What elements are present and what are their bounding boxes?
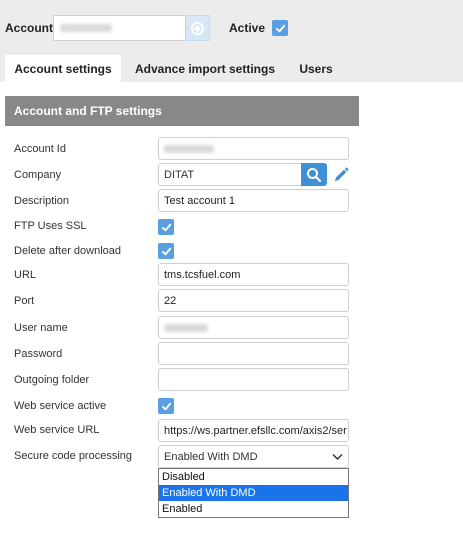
- url-field[interactable]: tms.tcsfuel.com: [158, 263, 349, 286]
- secure-code-processing-label: Secure code processing: [14, 450, 133, 462]
- delete-after-download-label: Delete after download: [14, 245, 122, 257]
- company-label: Company: [14, 169, 62, 181]
- account-id-redacted: [164, 144, 214, 153]
- search-icon: [307, 167, 322, 182]
- company-search-button[interactable]: [301, 163, 327, 186]
- dropdown-option-disabled[interactable]: Disabled: [159, 469, 348, 485]
- account-label: Account: [5, 21, 53, 35]
- dropdown-option-enabled[interactable]: Enabled: [159, 501, 348, 517]
- secure-code-selected-value: Enabled With DMD: [164, 450, 258, 463]
- port-label: Port: [14, 295, 35, 307]
- compass-icon: [191, 21, 204, 35]
- delete-after-download-checkbox[interactable]: [158, 243, 174, 259]
- pencil-icon[interactable]: [332, 166, 350, 184]
- tab-bar: Account settings Advance import settings…: [0, 55, 463, 82]
- ftp-ssl-label: FTP Uses SSL: [14, 220, 87, 232]
- check-icon: [275, 24, 285, 32]
- chevron-down-icon: [332, 453, 343, 460]
- check-icon: [161, 223, 171, 231]
- web-service-active-label: Web service active: [14, 400, 107, 412]
- tab-account-settings[interactable]: Account settings: [5, 55, 121, 82]
- account-lookup-button[interactable]: [186, 15, 210, 41]
- web-service-url-field[interactable]: https://ws.partner.efsllc.com/axis2/ser: [158, 419, 349, 442]
- company-field[interactable]: DITAT: [158, 163, 301, 186]
- account-id-label: Account Id: [14, 143, 66, 155]
- password-field[interactable]: [158, 342, 349, 365]
- account-value-redacted: [60, 24, 112, 32]
- user-name-field[interactable]: [158, 316, 349, 339]
- active-label: Active: [229, 21, 266, 35]
- secure-code-select[interactable]: Enabled With DMD: [158, 445, 349, 468]
- user-name-redacted: [164, 323, 208, 332]
- outgoing-folder-label: Outgoing folder: [14, 374, 90, 386]
- ftp-ssl-checkbox[interactable]: [158, 219, 174, 235]
- account-input[interactable]: [53, 15, 186, 41]
- web-service-url-label: Web service URL: [14, 424, 100, 436]
- password-label: Password: [14, 348, 63, 360]
- tab-advance-import-settings[interactable]: Advance import settings: [126, 55, 284, 82]
- dropdown-option-enabled-with-dmd[interactable]: Enabled With DMD: [159, 485, 348, 501]
- active-checkbox[interactable]: [272, 20, 288, 36]
- web-service-active-checkbox[interactable]: [158, 398, 174, 414]
- section-header: Account and FTP settings: [5, 96, 359, 126]
- account-id-field[interactable]: [158, 137, 349, 160]
- user-name-label: User name: [14, 322, 68, 334]
- check-icon: [161, 247, 171, 255]
- top-bar: Account Active Account settings Advance …: [0, 0, 463, 82]
- url-label: URL: [14, 269, 37, 281]
- description-label: Description: [14, 195, 70, 207]
- tab-users[interactable]: Users: [286, 55, 346, 82]
- port-field[interactable]: 22: [158, 289, 349, 312]
- outgoing-folder-field[interactable]: [158, 368, 349, 391]
- secure-code-dropdown-list: Disabled Enabled With DMD Enabled: [158, 468, 349, 518]
- check-icon: [161, 402, 171, 410]
- description-field[interactable]: Test account 1: [158, 189, 349, 212]
